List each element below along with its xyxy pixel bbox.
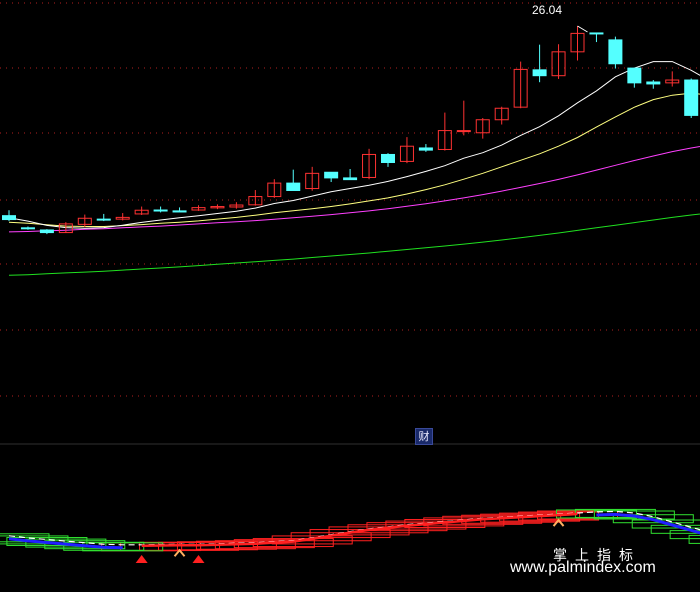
candle-body	[684, 79, 699, 116]
candle-body	[324, 171, 339, 179]
candle-body	[646, 81, 661, 85]
ma20-line	[8, 145, 700, 233]
ma60-line	[8, 213, 700, 276]
candle-body	[532, 69, 547, 77]
candle-body	[172, 210, 187, 213]
candle-body	[418, 147, 433, 151]
indicator-line	[8, 510, 700, 546]
stock-chart: 26.04 财 掌上指标 www.palmindex.com	[0, 0, 700, 592]
high-price-label: 26.04	[532, 3, 563, 17]
candle-body	[2, 215, 16, 221]
candle-body	[286, 182, 301, 191]
watermark-url: www.palmindex.com	[510, 559, 656, 576]
candle-body	[456, 130, 471, 133]
buy-signal-marker	[192, 555, 205, 563]
indicator-badge[interactable]: 财	[415, 428, 433, 445]
candle-body	[608, 39, 623, 65]
candle-body	[96, 218, 111, 221]
candle-body	[627, 67, 642, 84]
candle-body	[153, 209, 168, 212]
candle-body	[589, 32, 604, 35]
ma10-line	[8, 92, 700, 227]
candle-body	[20, 227, 35, 230]
high-price-pointer	[577, 25, 588, 33]
candle-body	[343, 177, 358, 181]
price-chart	[0, 2, 700, 563]
candle-body	[39, 229, 54, 234]
candle-body	[381, 153, 395, 163]
buy-signal-marker	[135, 555, 148, 563]
down-band	[688, 534, 700, 544]
